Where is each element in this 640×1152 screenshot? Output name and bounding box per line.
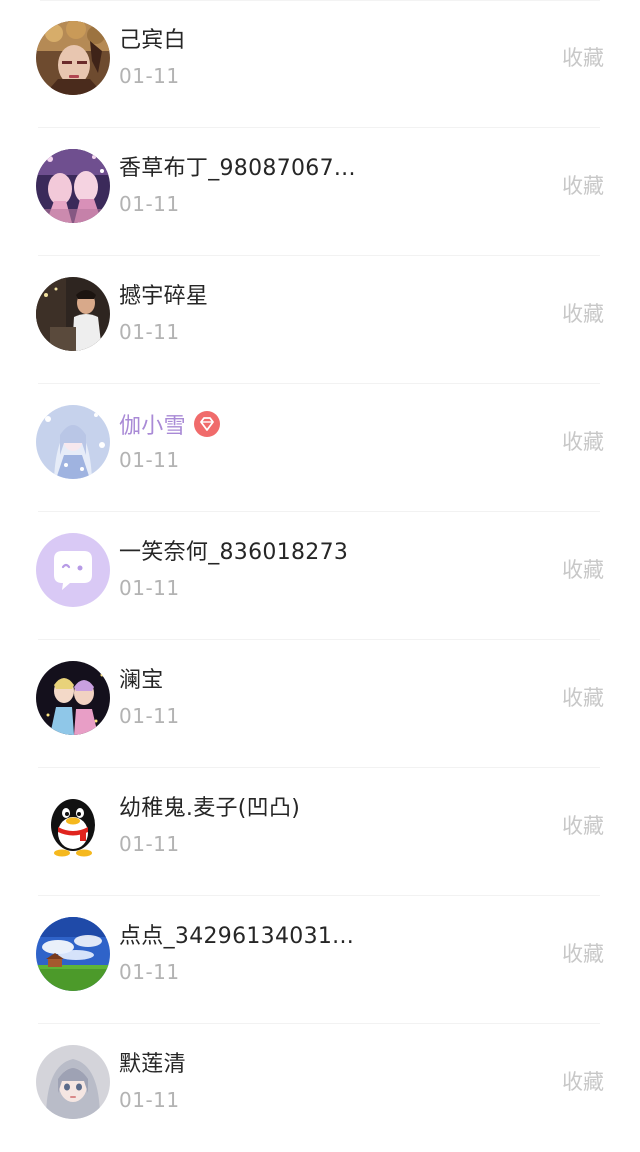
landscape-icon[interactable] — [36, 917, 110, 991]
list-item[interactable]: 香草布丁_98087067... 01-11 收藏 — [0, 128, 640, 256]
list-item[interactable]: 撼宇碎星 01-11 收藏 — [0, 256, 640, 384]
list-item[interactable]: 己宾白 01-11 收藏 — [0, 0, 640, 128]
contact-list: 己宾白 01-11 收藏 香草布丁_98087067... 01-11 收藏 撼… — [0, 0, 640, 1152]
contact-name: 一笑奈何_836018273 — [119, 540, 349, 565]
avatar-photo-icon[interactable] — [36, 661, 110, 735]
favorite-button[interactable]: 收藏 — [562, 172, 604, 200]
contact-name-text: 伽小雪 — [119, 414, 186, 439]
favorite-button[interactable]: 收藏 — [562, 44, 604, 72]
contact-name: 己宾白 — [119, 28, 186, 53]
contact-date: 01-11 — [119, 960, 180, 984]
contact-date: 01-11 — [119, 704, 180, 728]
favorite-button[interactable]: 收藏 — [562, 1068, 604, 1096]
contact-name: 香草布丁_98087067... — [119, 156, 356, 181]
chat-bubble-icon[interactable] — [36, 533, 110, 607]
contact-date: 01-11 — [119, 448, 180, 472]
contact-date: 01-11 — [119, 832, 180, 856]
favorite-button[interactable]: 收藏 — [562, 940, 604, 968]
avatar-photo-icon[interactable] — [36, 1045, 110, 1119]
favorite-button[interactable]: 收藏 — [562, 556, 604, 584]
avatar-photo-icon[interactable] — [36, 21, 110, 95]
vip-diamond-icon — [193, 411, 220, 437]
contact-name: 幼稚鬼.麦子(凹凸) — [119, 796, 301, 821]
list-item[interactable]: 一笑奈何_836018273 01-11 收藏 — [0, 512, 640, 640]
list-item[interactable]: 默莲清 01-11 收藏 — [0, 1024, 640, 1152]
list-item[interactable]: 澜宝 01-11 收藏 — [0, 640, 640, 768]
list-item[interactable]: 点点_34296134031... 01-11 收藏 — [0, 896, 640, 1024]
favorite-button[interactable]: 收藏 — [562, 300, 604, 328]
favorite-button[interactable]: 收藏 — [562, 428, 604, 456]
list-item[interactable]: 伽小雪 01-11 收藏 — [0, 384, 640, 512]
contact-date: 01-11 — [119, 320, 180, 344]
list-item[interactable]: 幼稚鬼.麦子(凹凸) 01-11 收藏 — [0, 768, 640, 896]
contact-name: 澜宝 — [119, 668, 164, 693]
contact-date: 01-11 — [119, 64, 180, 88]
contact-name: 默莲清 — [119, 1052, 186, 1077]
avatar-photo-icon[interactable] — [36, 405, 110, 479]
favorite-button[interactable]: 收藏 — [562, 812, 604, 840]
avatar-photo-icon[interactable] — [36, 277, 110, 351]
penguin-icon[interactable] — [36, 789, 110, 863]
avatar-photo-icon[interactable] — [36, 149, 110, 223]
favorite-button[interactable]: 收藏 — [562, 684, 604, 712]
contact-date: 01-11 — [119, 576, 180, 600]
contact-date: 01-11 — [119, 192, 180, 216]
contact-name: 伽小雪 — [119, 411, 220, 441]
contact-name: 点点_34296134031... — [119, 924, 355, 949]
contact-date: 01-11 — [119, 1088, 180, 1112]
contact-name: 撼宇碎星 — [119, 284, 209, 309]
